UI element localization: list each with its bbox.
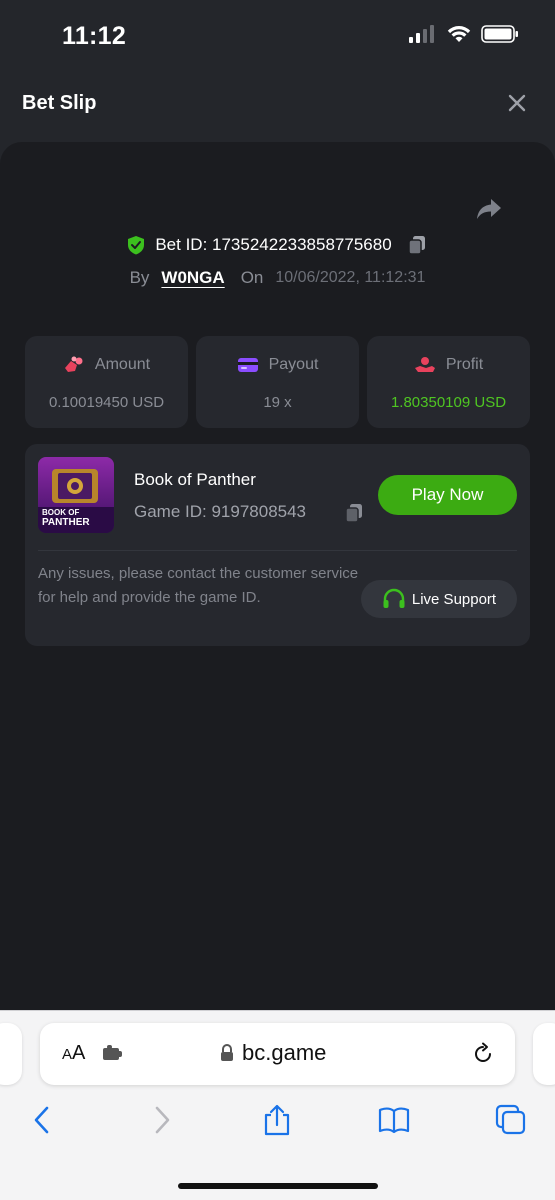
reload-icon[interactable] — [471, 1042, 495, 1066]
home-indicator — [178, 1183, 378, 1189]
text-size-button[interactable]: AA — [62, 1042, 85, 1065]
thumb-text-2: PANTHER — [42, 517, 90, 528]
bet-meta-row: By W0NGA On 10/06/2022, 11:12:31 — [0, 268, 555, 288]
browser-toolbar: AA bc.game — [0, 1010, 555, 1200]
lock-icon — [221, 1044, 233, 1061]
stat-payout: Payout 19 x — [196, 336, 359, 428]
battery-icon — [481, 25, 518, 43]
browser-nav-row — [0, 1103, 555, 1143]
extension-icon[interactable] — [102, 1045, 124, 1063]
bet-stats: Amount 0.10019450 USD Payout 19 x Profit… — [25, 336, 530, 428]
url-display[interactable]: bc.game — [220, 1040, 326, 1066]
tabs-icon[interactable] — [494, 1103, 528, 1137]
by-label: By — [129, 268, 150, 287]
forward-icon[interactable] — [144, 1103, 178, 1137]
on-label: On — [240, 268, 264, 287]
stat-payout-label: Payout — [268, 356, 319, 373]
stat-profit: Profit 1.80350109 USD — [367, 336, 530, 428]
address-bar[interactable]: AA bc.game — [40, 1023, 515, 1085]
issue-text: Any issues, please contact the customer … — [38, 565, 359, 606]
card-icon — [237, 358, 258, 372]
status-bar: 11:12 — [0, 0, 555, 66]
share-icon[interactable] — [475, 196, 503, 222]
url-text: bc.game — [242, 1040, 327, 1065]
bet-id-row: Bet ID: 1735242233858775680 — [0, 234, 555, 256]
headset-icon — [383, 588, 405, 608]
game-thumbnail[interactable]: BOOK OF PANTHER — [38, 457, 114, 533]
next-tab[interactable] — [533, 1023, 555, 1085]
stat-amount-value: 0.10019450 USD — [48, 394, 165, 411]
previous-tab[interactable] — [0, 1023, 22, 1085]
username-link[interactable]: W0NGA — [161, 268, 224, 288]
close-icon[interactable] — [505, 91, 529, 115]
back-icon[interactable] — [26, 1103, 60, 1137]
divider — [38, 550, 517, 551]
game-title: Book of Panther — [134, 470, 256, 489]
bet-datetime: 10/06/2022, 11:12:31 — [275, 269, 426, 286]
bet-slip-panel: Bet ID: 1735242233858775680 By W0NGA On … — [0, 142, 555, 1010]
status-time: 11:12 — [62, 22, 127, 50]
stat-payout-value: 19 x — [263, 394, 292, 411]
verified-shield-icon — [128, 236, 145, 255]
stat-profit-value: 1.80350109 USD — [390, 394, 507, 411]
live-support-button[interactable]: Live Support — [361, 580, 517, 618]
live-support-label: Live Support — [411, 590, 497, 608]
signal-icon — [409, 25, 434, 43]
modal-header: Bet Slip — [0, 66, 555, 142]
copy-bet-id-icon[interactable] — [406, 234, 428, 256]
profit-icon — [414, 357, 435, 372]
stat-amount: Amount 0.10019450 USD — [25, 336, 188, 428]
bookmarks-icon[interactable] — [377, 1103, 411, 1137]
game-id: Game ID: 9197808543 — [134, 502, 307, 521]
bet-id-text: Bet ID: 1735242233858775680 — [155, 235, 392, 254]
play-now-button[interactable]: Play Now — [378, 475, 517, 515]
copy-game-id-icon[interactable] — [343, 502, 365, 524]
modal-title: Bet Slip — [22, 92, 97, 114]
coins-icon — [64, 356, 83, 372]
stat-amount-label: Amount — [94, 356, 151, 373]
wifi-icon — [447, 26, 471, 42]
game-card: BOOK OF PANTHER Book of Panther Game ID:… — [25, 444, 530, 646]
status-icons — [409, 25, 519, 43]
stat-profit-label: Profit — [445, 356, 484, 373]
share-sheet-icon[interactable] — [260, 1103, 294, 1137]
